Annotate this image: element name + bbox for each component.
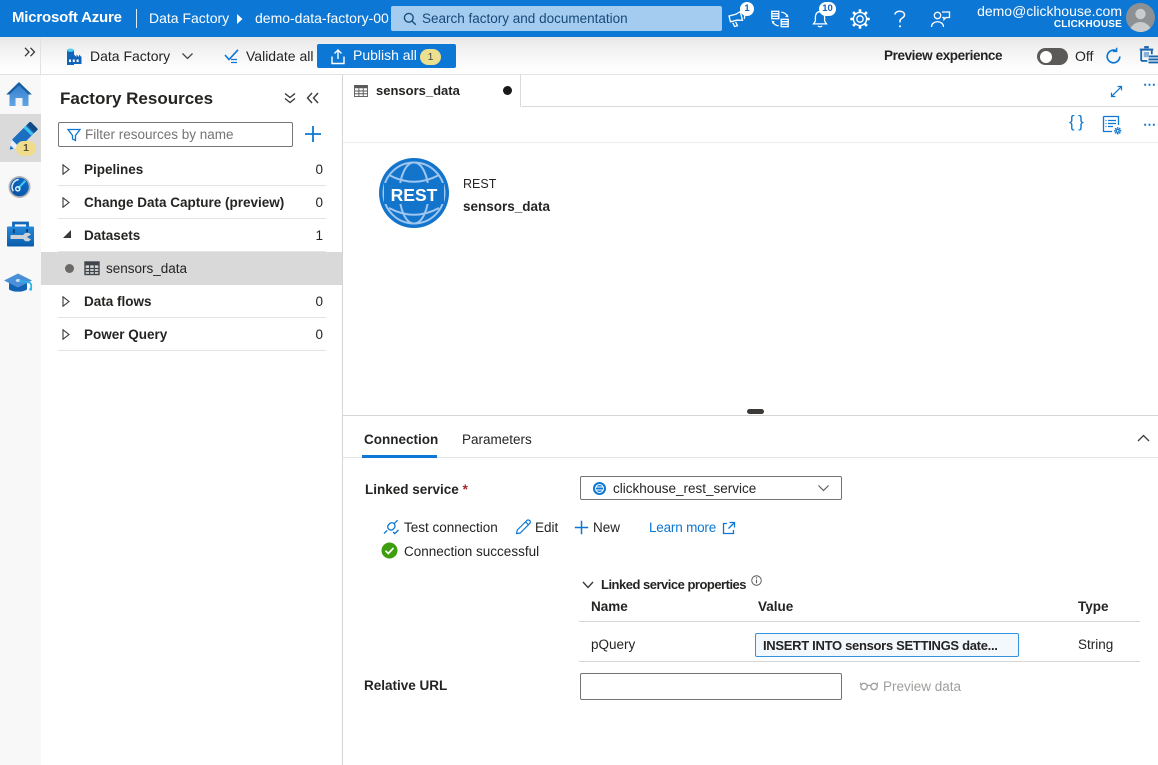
svg-text:REST: REST (391, 185, 438, 205)
